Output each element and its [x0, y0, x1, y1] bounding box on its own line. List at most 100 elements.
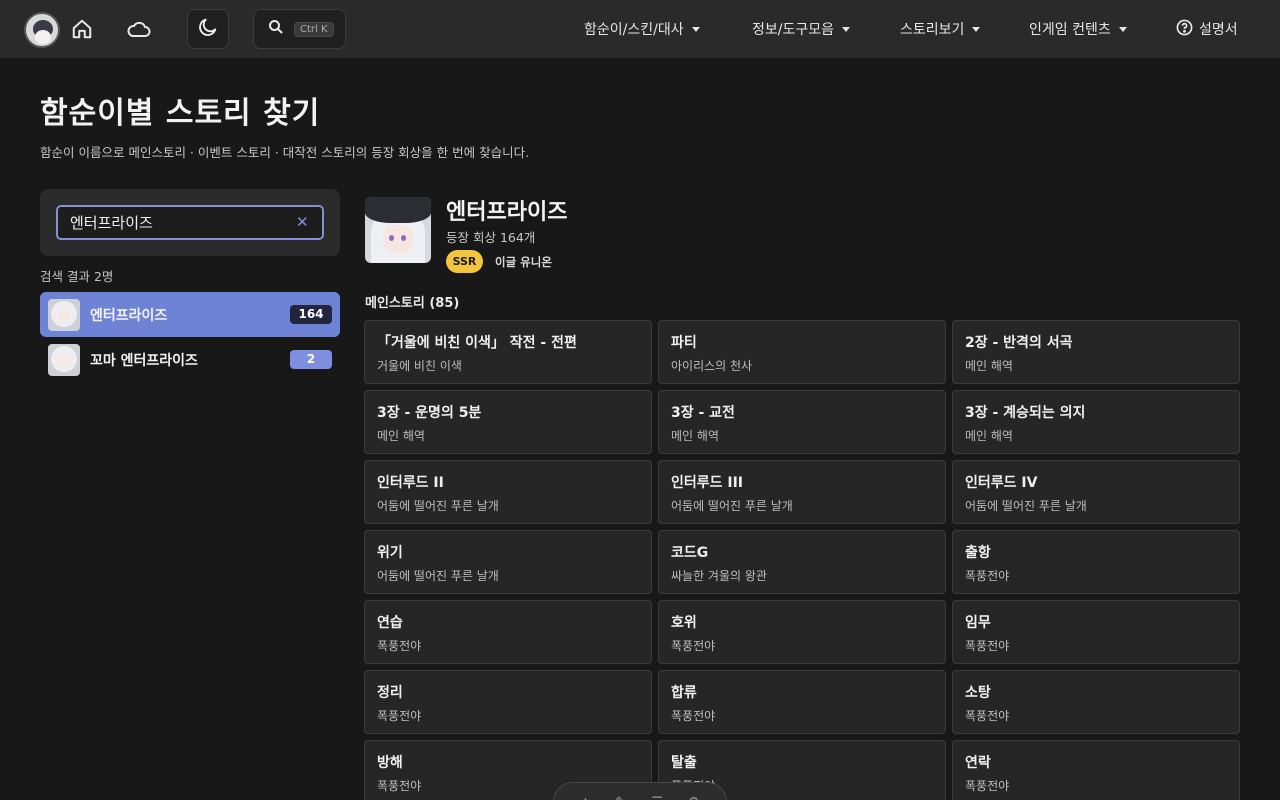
- story-subtitle: 어둠에 떨어진 푸른 날개: [671, 499, 793, 513]
- story-subtitle: 메인 해역: [965, 429, 1013, 443]
- story-subtitle: 폭풍전야: [965, 709, 1010, 723]
- character-portrait: [365, 197, 431, 263]
- result-item-little-enterprise[interactable]: 꼬마 엔터프라이즈 2: [40, 337, 340, 382]
- story-card[interactable]: 3장 - 교전메인 해역: [658, 390, 946, 454]
- page-subtitle: 함순이 이름으로 메인스토리 · 이벤트 스토리 · 대작전 스토리의 등장 회…: [40, 145, 530, 160]
- story-card[interactable]: 합류폭풍전야: [658, 670, 946, 734]
- help-link[interactable]: 설명서: [1176, 0, 1238, 58]
- story-subtitle: 메인 해역: [671, 429, 719, 443]
- story-card[interactable]: 임무폭풍전야: [952, 600, 1240, 664]
- caret-down-icon: [972, 26, 981, 32]
- story-subtitle: 폭풍전야: [965, 639, 1010, 653]
- home-icon[interactable]: [67, 14, 97, 44]
- caret-down-icon: [691, 26, 700, 32]
- help-label: 설명서: [1199, 22, 1238, 38]
- story-card[interactable]: 「거울에 비친 이색」 작전 - 전편 거울에 비친 이색: [364, 320, 652, 384]
- story-subtitle: 어둠에 떨어진 푸른 날개: [377, 569, 499, 583]
- site-logo[interactable]: [24, 12, 60, 48]
- menu-label: 정보/도구모음: [752, 22, 834, 38]
- character-search-input[interactable]: [56, 205, 324, 240]
- section-title-main-story: 메인스토리 (85): [365, 296, 460, 311]
- story-card[interactable]: 2장 - 반격의 서곡메인 해역: [952, 320, 1240, 384]
- story-title: 합류: [671, 685, 697, 701]
- story-subtitle: 폭풍전야: [377, 639, 422, 653]
- story-title: 위기: [377, 545, 403, 561]
- menu-label: 스토리보기: [900, 22, 965, 38]
- story-title: 연락: [965, 755, 991, 771]
- story-card[interactable]: 3장 - 계승되는 의지메인 해역: [952, 390, 1240, 454]
- story-title: 3장 - 계승되는 의지: [965, 405, 1086, 421]
- result-count-badge: 164: [290, 305, 332, 324]
- result-item-enterprise[interactable]: 엔터프라이즈 164: [40, 292, 340, 337]
- story-title: 정리: [377, 685, 403, 701]
- story-title: 연습: [377, 615, 403, 631]
- story-subtitle: 싸늘한 겨울의 왕관: [671, 569, 767, 583]
- caret-down-icon: [1118, 26, 1127, 32]
- story-subtitle: 거울에 비친 이색: [377, 359, 462, 373]
- menu-ingame-content[interactable]: 인게임 컨텐츠: [1029, 0, 1127, 58]
- story-card[interactable]: 인터루드 II 어둠에 떨어진 푸른 날개: [364, 460, 652, 524]
- appearance-count: 등장 회상 164개: [446, 230, 536, 245]
- story-card[interactable]: 연락폭풍전야: [952, 740, 1240, 800]
- story-card[interactable]: 연습폭풍전야: [364, 600, 652, 664]
- rarity-badge: SSR: [446, 250, 483, 273]
- help-icon: [1176, 19, 1193, 40]
- story-title: 탈출: [671, 755, 697, 771]
- story-subtitle: 어둠에 떨어진 푸른 날개: [377, 499, 499, 513]
- story-card[interactable]: 출항폭풍전야: [952, 530, 1240, 594]
- story-subtitle: 폭풍전야: [965, 569, 1010, 583]
- story-subtitle: 메인 해역: [965, 359, 1013, 373]
- cloud-icon[interactable]: [124, 14, 154, 44]
- caret-down-icon: [842, 26, 850, 32]
- menu-shipgirls[interactable]: 함순이/스킨/대사: [584, 0, 700, 58]
- story-card[interactable]: 인터루드 IV 어둠에 떨어진 푸른 날개: [952, 460, 1240, 524]
- story-title: 인터루드 II: [377, 475, 444, 491]
- story-subtitle: 폭풍전야: [671, 709, 716, 723]
- story-title: 임무: [965, 615, 991, 631]
- story-title: 출항: [965, 545, 991, 561]
- story-title: 호위: [671, 615, 697, 631]
- story-title: 소탕: [965, 685, 991, 701]
- story-subtitle: 폭풍전야: [965, 779, 1010, 793]
- search-button[interactable]: Ctrl K: [253, 9, 346, 49]
- story-title: 방해: [377, 755, 403, 771]
- search-shortcut-hint: Ctrl K: [294, 21, 334, 37]
- brush-icon[interactable]: ✎: [615, 795, 626, 800]
- story-title: 2장 - 반격의 서곡: [965, 335, 1073, 351]
- story-card[interactable]: 파티 아이리스의 천사: [658, 320, 946, 384]
- faction-label: 이글 유니온: [495, 255, 552, 269]
- page-title: 함순이별 스토리 찾기: [40, 96, 321, 131]
- menu-label: 인게임 컨텐츠: [1029, 22, 1111, 38]
- list-icon[interactable]: ☰: [651, 795, 663, 800]
- story-subtitle: 아이리스의 천사: [671, 359, 753, 373]
- story-card[interactable]: 소탕폭풍전야: [952, 670, 1240, 734]
- character-name: 엔터프라이즈: [446, 200, 568, 225]
- story-title: 3장 - 교전: [671, 405, 735, 421]
- character-thumbnail: [48, 343, 80, 376]
- settings-icon[interactable]: ⚙: [688, 795, 700, 800]
- story-title: 인터루드 IV: [965, 475, 1038, 491]
- person-icon[interactable]: ▲: [580, 795, 590, 800]
- theme-toggle-button[interactable]: [187, 9, 229, 49]
- floating-toolbar: ▲ ✎ ☰ ⚙: [553, 782, 727, 800]
- story-card[interactable]: 코드G 싸늘한 겨울의 왕관: [658, 530, 946, 594]
- story-subtitle: 폭풍전야: [377, 709, 422, 723]
- story-grid: 「거울에 비친 이색」 작전 - 전편 거울에 비친 이색 파티 아이리스의 천사 2장…: [364, 320, 1240, 800]
- menu-story-view[interactable]: 스토리보기: [900, 0, 981, 58]
- moon-icon: [197, 16, 219, 42]
- story-card[interactable]: 호위폭풍전야: [658, 600, 946, 664]
- story-card[interactable]: 위기어둠에 떨어진 푸른 날개: [364, 530, 652, 594]
- story-card[interactable]: 정리폭풍전야: [364, 670, 652, 734]
- clear-search-icon[interactable]: ✕: [296, 213, 309, 231]
- menu-label: 함순이/스킨/대사: [584, 22, 684, 38]
- result-name: 꼬마 엔터프라이즈: [90, 352, 198, 369]
- story-subtitle: 폭풍전야: [671, 639, 716, 653]
- result-count: 검색 결과 2명: [40, 269, 114, 284]
- story-card[interactable]: 인터루드 III 어둠에 떨어진 푸른 날개: [658, 460, 946, 524]
- story-card[interactable]: 3장 - 운명의 5분 메인 해역: [364, 390, 652, 454]
- result-name: 엔터프라이즈: [90, 307, 168, 324]
- search-icon: [268, 19, 284, 39]
- menu-info-tools[interactable]: 정보/도구모음: [752, 0, 850, 58]
- search-panel: ✕: [40, 189, 340, 256]
- story-subtitle: 어둠에 떨어진 푸른 날개: [965, 499, 1087, 513]
